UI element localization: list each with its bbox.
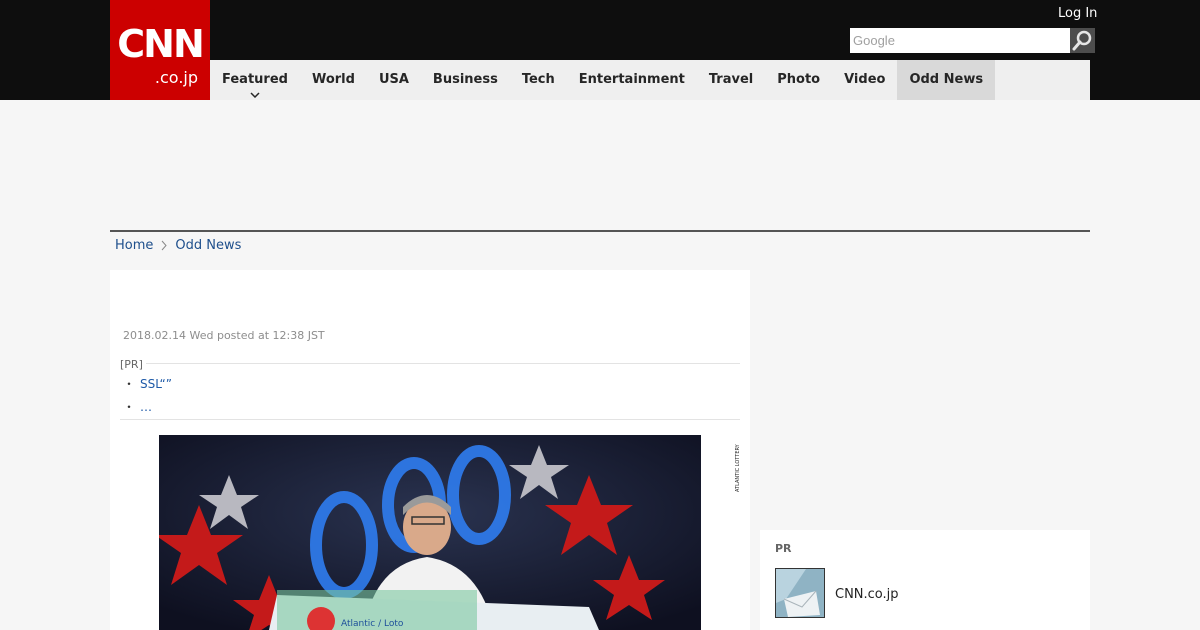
cheque-text: Atlantic / Loto	[341, 619, 404, 629]
sidebar-pr-title: PR	[775, 542, 792, 555]
breadcrumb-current[interactable]: Odd News	[175, 238, 241, 253]
nav-item-usa[interactable]: USA	[367, 60, 421, 100]
pr-link-text: SSL“”	[140, 377, 172, 391]
pr-divider-bottom	[120, 419, 740, 420]
nav-item-travel[interactable]: Travel	[697, 60, 765, 100]
pr-label: [PR]	[120, 358, 146, 371]
search-button[interactable]	[1070, 28, 1095, 53]
bullet: ・	[123, 400, 136, 414]
pr-link-text: …	[140, 400, 153, 414]
article-panel: 2018.02.14 Wed posted at 12:38 JST [PR] …	[110, 270, 750, 630]
main-nav: Featured World USA Business Tech Enterta…	[210, 60, 1090, 100]
cnn-logo[interactable]: CNN .co.jp	[110, 0, 210, 100]
chevron-down-icon	[250, 92, 260, 98]
nav-item-label: Featured	[222, 72, 288, 87]
photo-credit: ATLANTIC LOTTERY	[735, 444, 741, 492]
article-photo[interactable]: Atlantic / Loto	[159, 435, 701, 630]
nav-item-world[interactable]: World	[300, 60, 367, 100]
nav-item-business[interactable]: Business	[421, 60, 510, 100]
chevron-right-icon	[162, 240, 168, 251]
logo-sub-text: .co.jp	[154, 68, 198, 87]
logo-main-text: CNN	[117, 22, 205, 66]
nav-item-video[interactable]: Video	[832, 60, 897, 100]
breadcrumb-home[interactable]: Home	[115, 238, 153, 253]
top-bar: CNN .co.jp Log In Featured World USA Bus…	[0, 0, 1200, 100]
mail-icon	[776, 569, 824, 617]
nav-item-featured[interactable]: Featured	[210, 60, 300, 100]
sidebar-pr-thumbnail[interactable]	[775, 568, 825, 618]
pr-link-1[interactable]: ・ SSL“”	[123, 375, 172, 392]
pr-divider-top	[120, 363, 740, 364]
sidebar-pr-box: PR CNN.co.jp	[760, 530, 1090, 630]
posted-timestamp: 2018.02.14 Wed posted at 12:38 JST	[123, 329, 325, 342]
ad-space	[110, 100, 1090, 230]
section-divider	[110, 230, 1090, 232]
pr-link-2[interactable]: ・…	[123, 398, 152, 415]
nav-item-entertainment[interactable]: Entertainment	[567, 60, 697, 100]
search-icon	[1072, 30, 1092, 51]
nav-item-photo[interactable]: Photo	[765, 60, 832, 100]
lottery-winner-image: Atlantic / Loto	[159, 435, 701, 630]
sidebar-pr-link[interactable]: CNN.co.jp	[835, 587, 899, 602]
nav-item-odd-news[interactable]: Odd News	[897, 60, 996, 100]
nav-item-tech[interactable]: Tech	[510, 60, 567, 100]
search-input[interactable]	[850, 28, 1070, 53]
login-link[interactable]: Log In	[1058, 6, 1097, 21]
breadcrumb: Home Odd News	[115, 238, 241, 253]
bullet: ・	[123, 377, 136, 391]
